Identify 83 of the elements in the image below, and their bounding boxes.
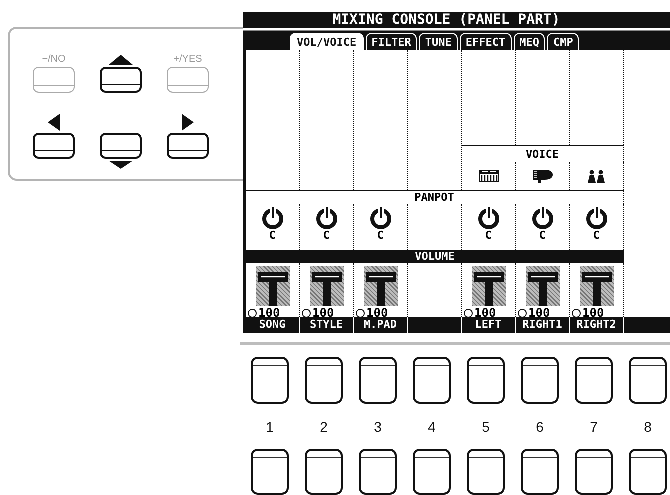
upper-select-button[interactable] — [413, 357, 451, 404]
pan-value: C — [539, 230, 546, 242]
button-number: 5 — [482, 418, 490, 434]
pan-knob-icon — [260, 206, 284, 230]
upper-select-button[interactable] — [251, 357, 289, 404]
button-number: 2 — [320, 418, 328, 434]
tab[interactable]: TUNE — [419, 33, 458, 50]
pan-knob-icon — [476, 206, 500, 230]
up-arrow-icon — [109, 55, 133, 65]
keyboard-icon — [478, 170, 498, 182]
tab[interactable]: EFFECT — [460, 33, 512, 50]
people-icon — [586, 170, 606, 182]
screen-title: MIXING CONSOLE (PANEL PART) — [243, 12, 670, 28]
fader-knob[interactable] — [258, 272, 288, 306]
lower-select-button[interactable] — [629, 449, 667, 495]
pan-value: C — [377, 230, 384, 242]
lower-select-button[interactable] — [467, 449, 505, 495]
fader-knob[interactable] — [528, 272, 558, 306]
down-arrow-icon — [109, 161, 133, 169]
upper-select-button[interactable] — [521, 357, 559, 404]
left-button[interactable] — [33, 133, 75, 159]
part-label: SONG — [259, 318, 286, 331]
fader-track[interactable] — [580, 266, 614, 306]
button-number: 1 — [266, 418, 274, 434]
button-number: 6 — [536, 418, 544, 434]
button-number: 7 — [590, 418, 598, 434]
volume-value: 100 — [366, 307, 388, 319]
volume-value: 100 — [474, 307, 496, 319]
lower-select-button[interactable] — [521, 449, 559, 495]
volume-value: 100 — [528, 307, 550, 319]
tab[interactable]: FILTER — [366, 33, 418, 50]
fader-knob[interactable] — [366, 272, 396, 306]
lower-select-button[interactable] — [251, 449, 289, 495]
up-button[interactable] — [100, 67, 142, 93]
fader-track[interactable] — [526, 266, 560, 306]
part-label: STYLE — [310, 318, 344, 331]
lower-select-button[interactable] — [359, 449, 397, 495]
tab[interactable]: VOL/VOICE — [290, 33, 364, 50]
fader-knob[interactable] — [582, 272, 612, 306]
pan-knob-icon — [368, 206, 392, 230]
pan-value: C — [593, 230, 600, 242]
pan-knob-icon — [314, 206, 338, 230]
pan-value: C — [485, 230, 492, 242]
part-label: LEFT — [475, 318, 502, 331]
piano-icon — [532, 170, 552, 182]
down-button[interactable] — [100, 133, 142, 159]
volume-value: 100 — [582, 307, 604, 319]
volume-value: 100 — [312, 307, 334, 319]
left-arrow-icon — [48, 114, 60, 131]
fader-track[interactable] — [364, 266, 398, 306]
volume-value: 100 — [258, 307, 280, 319]
upper-select-button[interactable] — [305, 357, 343, 404]
tab[interactable]: CMP — [547, 33, 580, 50]
pan-knob-icon — [530, 206, 554, 230]
right-button[interactable] — [167, 133, 209, 159]
button-number: 3 — [374, 418, 382, 434]
section-heading-bar: VOLUME — [246, 250, 624, 263]
section-heading: PANPOT — [414, 191, 454, 204]
button-label: +/YES — [174, 54, 202, 65]
pan-value: C — [269, 230, 276, 242]
upper-select-button[interactable] — [575, 357, 613, 404]
upper-select-button[interactable] — [359, 357, 397, 404]
part-label: M.PAD — [364, 318, 398, 331]
right-arrow-icon — [182, 114, 194, 131]
lower-select-button[interactable] — [305, 449, 343, 495]
section-heading: VOICE — [526, 148, 560, 160]
lower-select-button[interactable] — [413, 449, 451, 495]
fader-knob[interactable] — [312, 272, 342, 306]
button-label: −/NO — [42, 54, 66, 65]
upper-select-button[interactable] — [467, 357, 505, 404]
pan-knob-icon — [584, 206, 608, 230]
fader-track[interactable] — [472, 266, 506, 306]
part-label: RIGHT2 — [576, 318, 616, 331]
button-number: 8 — [644, 418, 652, 434]
lower-select-button[interactable] — [575, 449, 613, 495]
fader-track[interactable] — [256, 266, 290, 306]
pan-value: C — [323, 230, 330, 242]
button-number: 4 — [428, 418, 436, 434]
tab[interactable]: MEQ — [514, 33, 546, 50]
fader-track[interactable] — [310, 266, 344, 306]
part-label: RIGHT1 — [522, 318, 562, 331]
fader-knob[interactable] — [474, 272, 504, 306]
upper-select-button[interactable] — [629, 357, 667, 404]
